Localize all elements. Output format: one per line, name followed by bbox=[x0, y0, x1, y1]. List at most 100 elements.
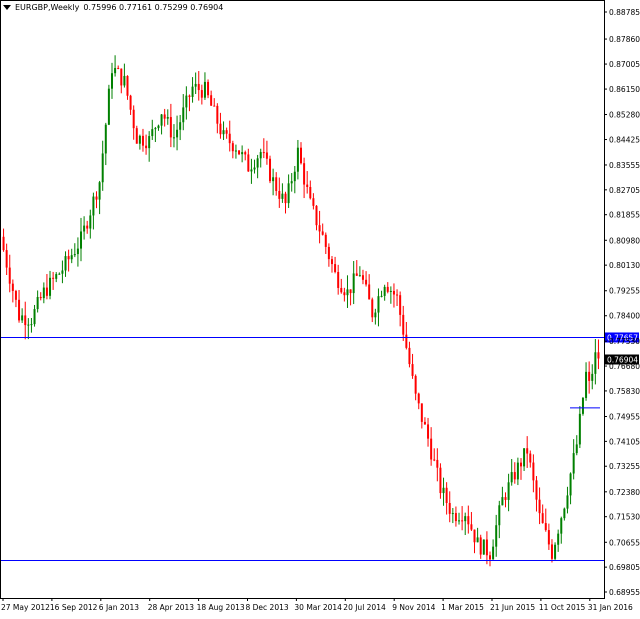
candle bbox=[157, 125, 159, 131]
candle-body bbox=[545, 523, 547, 530]
candle-body bbox=[6, 250, 8, 267]
candle bbox=[235, 145, 237, 159]
candle-body bbox=[285, 194, 287, 203]
candle-body bbox=[96, 197, 98, 200]
candle bbox=[46, 274, 48, 299]
candle bbox=[257, 155, 259, 178]
candle bbox=[560, 517, 562, 544]
candle-body bbox=[157, 126, 159, 128]
candle-body bbox=[477, 537, 479, 542]
candle-body bbox=[241, 152, 243, 154]
candle-body bbox=[532, 463, 534, 481]
candle bbox=[185, 86, 187, 119]
candle bbox=[120, 68, 122, 93]
candle-body bbox=[254, 168, 256, 170]
candle-body bbox=[46, 288, 48, 296]
candle bbox=[105, 123, 107, 165]
candle bbox=[272, 169, 274, 196]
candle bbox=[300, 142, 302, 164]
y-tick-label: 0.80130 bbox=[609, 261, 640, 270]
candle bbox=[275, 172, 277, 196]
candle-body bbox=[260, 152, 262, 158]
candle bbox=[173, 124, 175, 147]
candle-body bbox=[74, 254, 76, 255]
candle bbox=[381, 291, 383, 298]
candle bbox=[114, 55, 116, 76]
candle bbox=[436, 448, 438, 481]
candle bbox=[188, 94, 190, 111]
candle-body bbox=[68, 256, 70, 259]
x-tick-label: 28 Apr 2013 bbox=[148, 603, 195, 612]
candle bbox=[585, 362, 587, 401]
candle-body bbox=[504, 497, 506, 500]
candle bbox=[532, 454, 534, 492]
candle bbox=[405, 322, 407, 349]
candle bbox=[498, 501, 500, 538]
candle-body bbox=[92, 197, 94, 216]
candle-body bbox=[154, 128, 156, 129]
candle-body bbox=[554, 545, 556, 559]
y-tick-label: 0.74955 bbox=[609, 413, 640, 422]
candle-body bbox=[108, 89, 110, 125]
y-tick-label: 0.70655 bbox=[609, 538, 640, 547]
y-tick-label: 0.85280 bbox=[609, 111, 640, 120]
candle bbox=[337, 265, 339, 295]
candle-body bbox=[436, 460, 438, 468]
candle-body bbox=[300, 148, 302, 163]
candle bbox=[71, 249, 73, 263]
candle-body bbox=[266, 152, 268, 158]
candle bbox=[9, 255, 11, 293]
candle bbox=[96, 191, 98, 208]
candle bbox=[467, 506, 469, 534]
candle-body bbox=[359, 275, 361, 276]
candle bbox=[176, 116, 178, 151]
candle-body bbox=[238, 150, 240, 154]
candle-body bbox=[387, 287, 389, 292]
candle-body bbox=[418, 394, 420, 404]
y-tick-label: 0.87005 bbox=[609, 60, 640, 69]
candle bbox=[570, 472, 572, 504]
candle-body bbox=[548, 530, 550, 544]
candle-body bbox=[455, 513, 457, 521]
candle-body bbox=[539, 500, 541, 514]
candle bbox=[591, 364, 593, 389]
candle bbox=[250, 159, 252, 184]
y-tick-label: 0.83555 bbox=[609, 161, 640, 170]
candle bbox=[508, 474, 510, 511]
x-tick-label: 9 Nov 2014 bbox=[392, 603, 435, 612]
candle bbox=[340, 279, 342, 294]
candle-body bbox=[216, 106, 218, 124]
chart-window[interactable]: 0.776570.76904 0.887850.878600.870050.86… bbox=[0, 0, 640, 617]
candle-body bbox=[573, 453, 575, 473]
candle-body bbox=[439, 468, 441, 493]
candle bbox=[244, 151, 246, 161]
candle bbox=[52, 272, 54, 290]
candle-body bbox=[328, 247, 330, 259]
candle bbox=[226, 128, 228, 139]
dropdown-triangle-icon[interactable] bbox=[3, 5, 11, 10]
candle bbox=[223, 121, 225, 140]
candle bbox=[92, 193, 94, 230]
candle-body bbox=[65, 256, 67, 270]
candle-body bbox=[443, 488, 445, 493]
candle-body bbox=[272, 177, 274, 181]
candle bbox=[201, 85, 203, 105]
candle-body bbox=[40, 297, 42, 298]
candle bbox=[576, 435, 578, 455]
candle-body bbox=[250, 169, 252, 171]
candle-body bbox=[424, 422, 426, 424]
candle-body bbox=[111, 73, 113, 88]
candle bbox=[539, 487, 541, 524]
price-chart[interactable]: 0.776570.76904 0.887850.878600.870050.86… bbox=[0, 0, 640, 617]
candle-body bbox=[449, 503, 451, 514]
candle bbox=[238, 150, 240, 155]
candle bbox=[356, 260, 358, 276]
candle-body bbox=[582, 398, 584, 414]
y-tick-label: 0.73255 bbox=[609, 462, 640, 471]
candle-body bbox=[353, 273, 355, 293]
candle-body bbox=[501, 497, 503, 505]
y-tick-label: 0.88785 bbox=[609, 8, 640, 17]
candle-body bbox=[226, 130, 228, 134]
candle bbox=[133, 105, 135, 139]
candle bbox=[458, 513, 460, 525]
